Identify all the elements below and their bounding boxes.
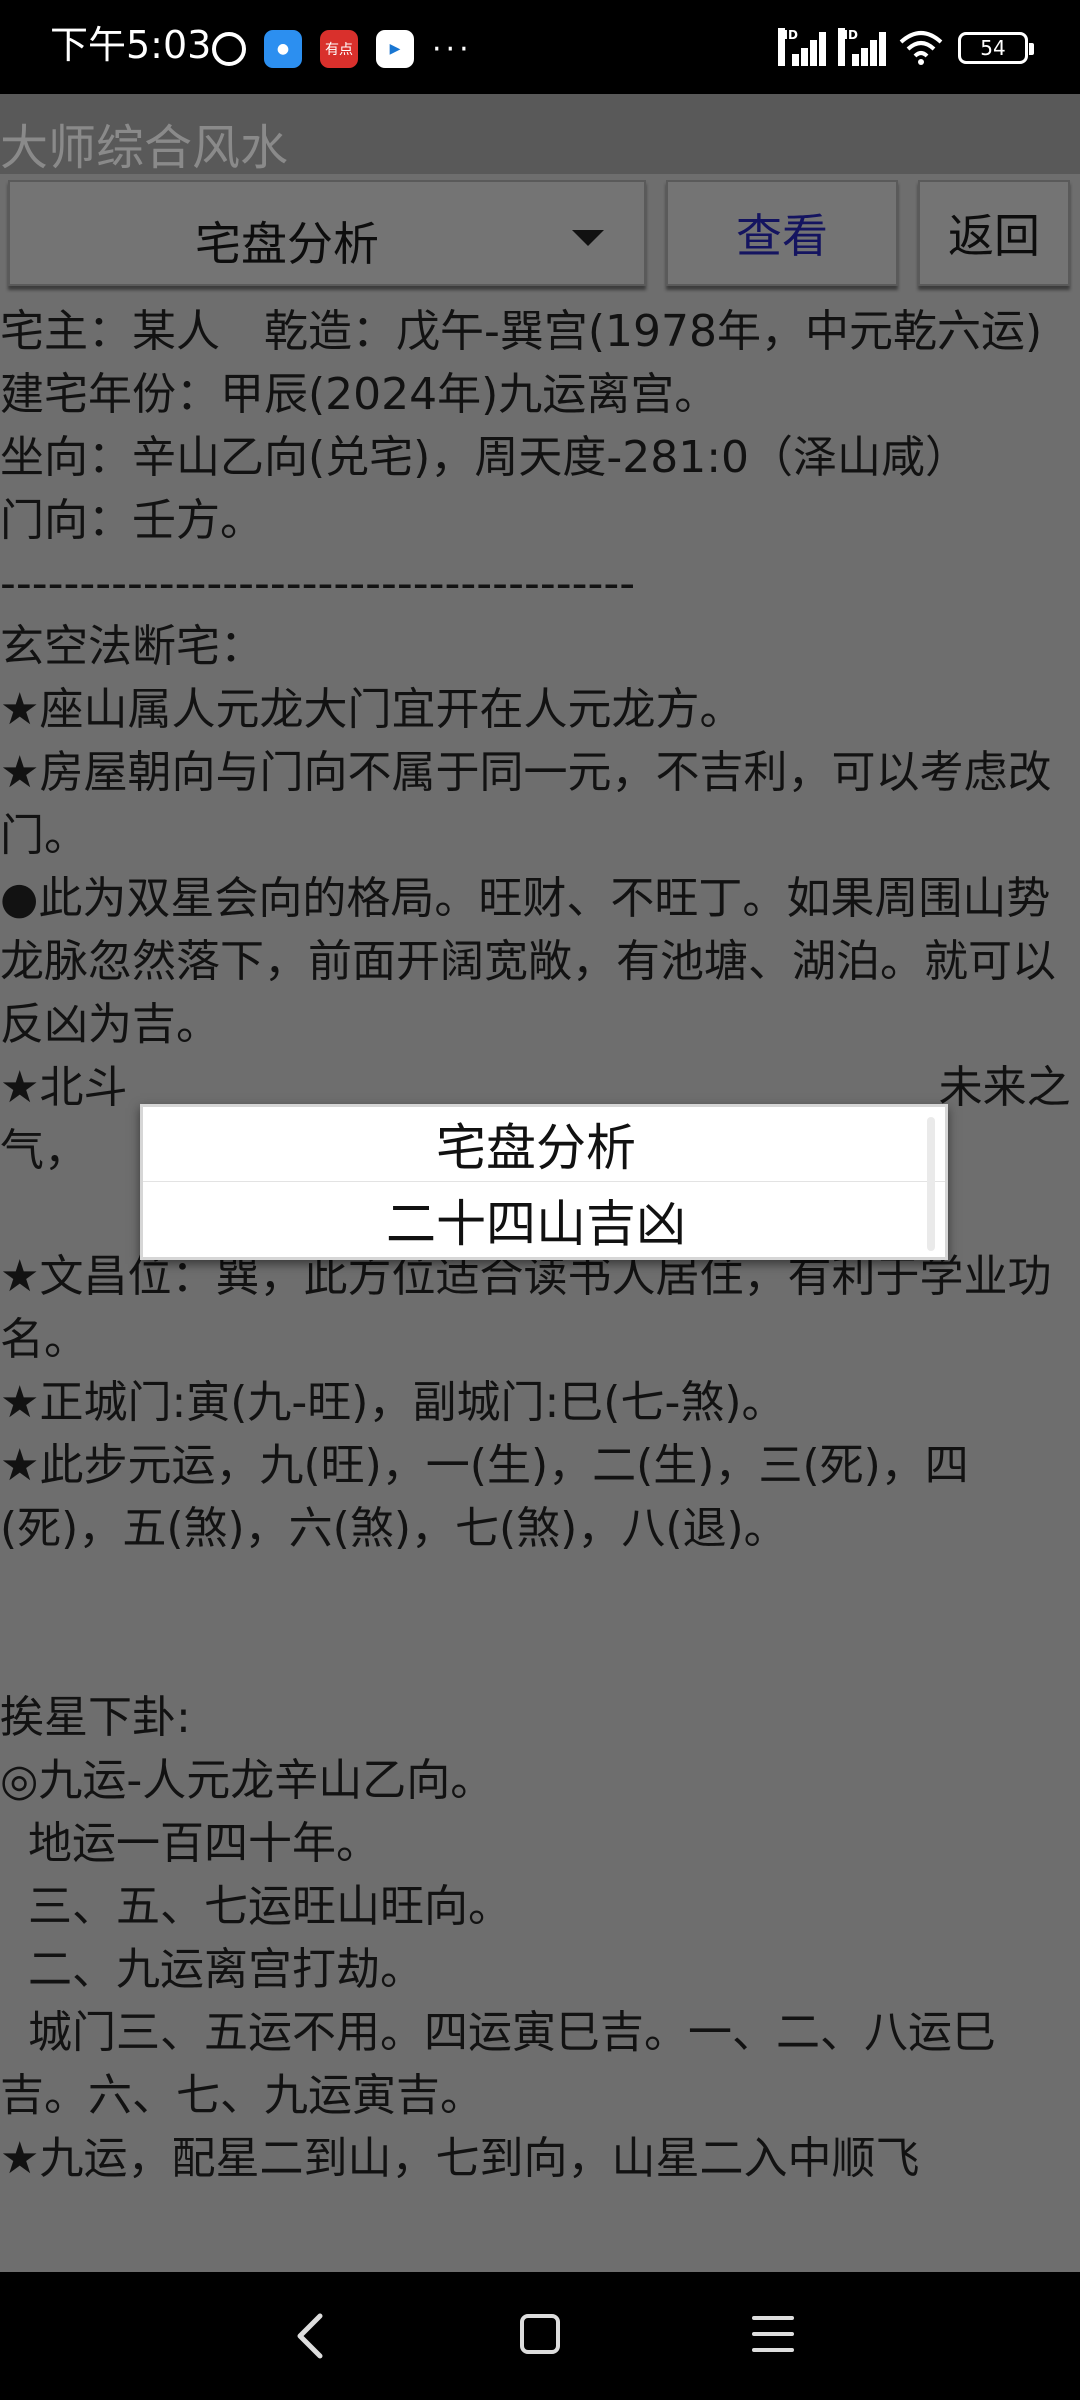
result-line: 城门三、五运不用。四运寅巳吉。一、二、八运巳吉。六、七、九运寅吉。	[0, 2007, 996, 2121]
dropdown-arrow-icon	[572, 230, 604, 246]
back-button[interactable]: 返回	[918, 180, 1070, 286]
result-line: ★此步元运，九(旺)，一(生)，二(生)，三(死)，四(死)，五(煞)，六(煞)…	[0, 1440, 969, 1554]
analysis-result-text: 宅主：某人 乾造：戊午-巽宫(1978年，中元乾六运) 建宅年份：甲辰(2024…	[0, 300, 1080, 2272]
nav-back-icon[interactable]	[290, 2312, 330, 2360]
result-line: ★房屋朝向与门向不属于同一元，不吉利，可以考虑改门。	[0, 747, 1052, 861]
result-line: ★正城门:寅(九-旺)，副城门:巳(七-煞)。	[0, 1377, 786, 1428]
toolbar: 宅盘分析 查看 返回	[0, 174, 1080, 294]
video-app-icon: ▶	[376, 30, 414, 68]
messenger-app-icon: ●	[264, 30, 302, 68]
signal-1-icon: HD	[778, 28, 826, 66]
result-line: ★文昌位：巽，此方位适合读书人居住，有利于学业功名。	[0, 1251, 1052, 1365]
nav-recents-icon[interactable]	[752, 2316, 794, 2352]
status-bar: 下午5:03 ● 有点 ▶ ··· HD HD 54	[0, 0, 1080, 94]
news-app-icon: 有点	[320, 30, 358, 68]
result-line: ★座山属人元龙大门宜开在人元龙方。	[0, 684, 744, 735]
navigation-bar	[0, 2272, 1080, 2400]
app-title: 大师综合风水	[0, 120, 289, 176]
view-button[interactable]: 查看	[666, 180, 898, 286]
result-line: ★九运，配星二到山，七到向，山星二入中顺飞	[0, 2133, 920, 2184]
result-line: 二、九运离宫打劫。	[0, 1944, 424, 1995]
system-icons: HD HD 54	[778, 28, 1034, 66]
signal-2-icon: HD	[838, 28, 886, 66]
alarm-icon	[212, 32, 246, 66]
more-notifications-icon: ···	[432, 31, 473, 67]
result-line: ●此为双星会向的格局。旺财、不旺丁。如果周围山势龙脉忽然落下，前面开阔宽敞，有池…	[0, 873, 1056, 1050]
result-line: 坐向：辛山乙向(兑宅)，周天度-281:0（泽山咸）	[0, 432, 970, 483]
dropdown-option-24-mountains[interactable]: 二十四山吉凶	[143, 1182, 945, 1257]
status-time: 下午5:03	[50, 23, 212, 67]
result-line: 宅主：某人 乾造：戊午-巽宫(1978年，中元乾六运)	[0, 306, 1043, 357]
wifi-icon	[899, 31, 943, 65]
nav-home-icon[interactable]	[520, 2314, 560, 2354]
result-line: ◎九运-人元龙辛山乙向。	[0, 1755, 495, 1806]
analysis-type-spinner[interactable]: 宅盘分析	[8, 180, 646, 286]
app-title-bar: 大师综合风水	[0, 94, 1080, 176]
spinner-selected-label: 宅盘分析	[195, 217, 379, 271]
result-line: 挨星下卦:	[0, 1692, 191, 1743]
result-line: 玄空法断宅：	[0, 621, 264, 672]
spinner-dropdown-popup: 宅盘分析 二十四山吉凶	[140, 1104, 948, 1260]
divider-line: ----------------------------------------	[0, 558, 636, 609]
notification-icons: ● 有点 ▶ ···	[212, 30, 473, 68]
result-line: 建宅年份：甲辰(2024年)九运离宫。	[0, 369, 719, 420]
battery-icon: 54	[958, 32, 1034, 64]
result-line: 地运一百四十年。	[0, 1818, 380, 1869]
result-line: 三、五、七运旺山旺向。	[0, 1881, 512, 1932]
dropdown-scrollbar[interactable]	[927, 1117, 935, 1251]
dropdown-option-house-analysis[interactable]: 宅盘分析	[143, 1107, 945, 1182]
result-line: 门向：壬方。	[0, 495, 264, 546]
